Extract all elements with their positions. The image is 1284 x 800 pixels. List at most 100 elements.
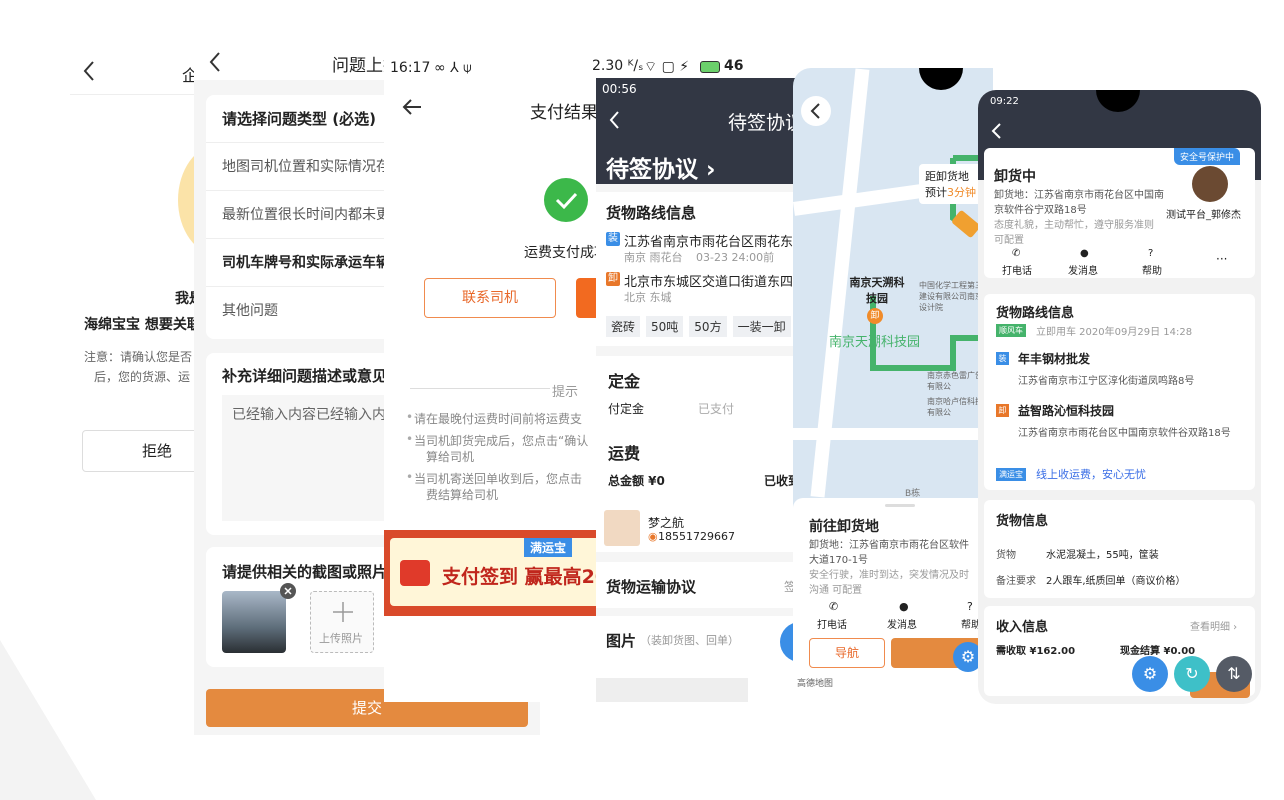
eta: 3分钟 [947, 186, 976, 199]
action[interactable]: 打电话 [1002, 262, 1032, 277]
back-icon[interactable] [608, 110, 620, 130]
header: 00:56 待签协议 待签协议 › [596, 78, 796, 184]
tips-title: 提示 [552, 385, 579, 400]
cargo-tags: 瓷砖 50吨 50方 一装一卸 [606, 316, 796, 337]
message-label[interactable]: 发消息 [887, 616, 917, 631]
settings-fab-icon[interactable]: ⚙ [1132, 656, 1168, 692]
tip: 费结算给司机 [426, 488, 499, 502]
screen-payment-result: 16:17 ∞ ⅄ ⍦ 支付结果 运费支付成功 联系司机 提示 请在最晚付运费时… [384, 52, 600, 702]
tip: 当司机寄送回单收到后，您点击 [414, 472, 583, 486]
divider [410, 388, 550, 389]
income-detail-link[interactable]: 查看明细 › [1190, 618, 1237, 633]
status-icons: ∞ ⅄ ⍦ [434, 60, 472, 76]
screen-unloading: 09:22 安全号保护中 卸货中 卸货地：江苏省南京市雨花台区中国南京软件谷宁双… [978, 90, 1261, 704]
contact-driver-button[interactable]: 联系司机 [424, 278, 556, 318]
cargo-tag: 50吨 [646, 316, 684, 337]
navigate-button[interactable]: 导航 [809, 638, 885, 668]
panel-title: 前往卸货地 [809, 519, 879, 535]
back-button[interactable] [801, 96, 831, 126]
cargo-tag: 50方 [689, 316, 727, 337]
cargo-tag: 一装一卸 [732, 316, 791, 337]
assure-badge: 满运宝 [996, 468, 1026, 481]
poi-label: 南京天溯科技园 [849, 276, 905, 305]
screen4-bottom-bar [596, 678, 748, 702]
upload-photo-button[interactable]: 上传照片 [310, 591, 374, 653]
unload-address: 江苏省南京市雨花台区中国南京软件谷双路18号 [1018, 428, 1231, 439]
load-address: 江苏省南京市江宁区淳化街道凤鸣路8号 [1018, 376, 1195, 387]
driver-avatar [604, 510, 640, 546]
call-label[interactable]: 打电话 [817, 616, 847, 631]
section-title: 补充详细问题描述或意见 [222, 367, 388, 385]
page-title: 支付结果 [530, 103, 598, 123]
uploaded-truck-photo[interactable] [222, 591, 286, 653]
battery-level: 46 [724, 58, 744, 74]
goods-card: 货物信息 货物 水泥混凝土，55吨，筐装 备注要求 2人跟车,纸质回单（商议价格… [984, 500, 1255, 598]
route-card: 货物路线信息 装 江苏省南京市雨花台区雨花东路 南京 雨花台 03-23 24:… [596, 192, 796, 346]
unload-sub: 北京 东城 [624, 291, 672, 304]
phone-icon: ✆ [829, 600, 839, 613]
goods-value: 水泥混凝土，55吨，筐装 [1046, 550, 1159, 561]
goods-label: 货物 [996, 550, 1016, 561]
phone-icon: ✆ [1012, 248, 1021, 259]
request-line: 海绵宝宝 想要关联 [84, 317, 201, 333]
phone-icon: ◉ [648, 530, 658, 543]
unload-address: 北京市东城区交道口街道东四划 [624, 275, 796, 290]
promo-banner[interactable]: 满运宝 支付签到 赢最高200 [384, 530, 600, 616]
help-icon: ? [1148, 248, 1154, 259]
driver-row[interactable]: 梦之航 ◉ 18551729667 [596, 502, 796, 552]
cargo-tag: 瓷砖 [606, 316, 641, 337]
load-sub: 南京 雨花台 [624, 251, 683, 264]
pictures-sub: （装卸货图、回单） [640, 634, 739, 647]
requirement-label: 备注要求 [996, 576, 1036, 587]
unload-address: 卸货地：江苏省南京市雨花台区中国南京软件谷宁双路18号 [994, 190, 1164, 216]
load-badge: 装 [996, 352, 1009, 365]
wifi-icon: ⌔ ▢ ⚡ [644, 59, 690, 75]
plus-icon [333, 602, 353, 622]
poi-green-label: 南京天溯科技园 [829, 335, 921, 350]
action[interactable]: 帮助 [1142, 262, 1162, 277]
poi-label: 南京哈卢信科技有限公 [927, 397, 983, 417]
section-title: 货物路线信息 [606, 204, 697, 222]
deposit-title: 定金 [608, 372, 641, 391]
action[interactable]: 发消息 [1068, 262, 1098, 277]
driver-phone: 18551729667 [658, 530, 735, 543]
load-address: 江苏省南京市雨花台区雨花东路 [624, 235, 796, 250]
back-arrow-icon[interactable] [402, 98, 422, 116]
section-title: 货物信息 [996, 514, 1049, 529]
unload-name: 益智路沁恒科技园 [1018, 404, 1115, 418]
unload-marker-icon: 卸 [867, 308, 883, 324]
sort-fab-icon[interactable]: ⇅ [1216, 656, 1252, 692]
agreement-title: 货物运输协议 [606, 578, 697, 596]
drag-handle[interactable] [885, 504, 915, 507]
map-logo: 高德地图 [797, 679, 834, 689]
poi-label: 南京赤色雷广告有限公 [927, 371, 983, 391]
more-icon[interactable]: ··· [1216, 252, 1227, 266]
service-note: 态度礼貌，主动帮忙，遵守服务准则 可配置 [994, 220, 1154, 246]
unload-badge: 卸 [996, 404, 1009, 417]
screen-navigation-map: 距卸货地 预计3分钟 南京天溯科技园 卸 南京天溯科技园 中国化学工程第三建设有… [793, 68, 993, 690]
load-time: 03-23 24:00前 [696, 251, 775, 264]
screen-association-request: 企 我是 海绵宝宝 想要关联 注意：请确认您是否 后，您的货源、运 拒绝 [70, 20, 210, 610]
agreement-row[interactable]: 货物运输协议 签 [596, 562, 796, 608]
result-text: 运费支付成功 [524, 245, 600, 261]
section-title: 请提供相关的截图或照片 [222, 563, 388, 581]
receivable: 需收取 ¥162.00 [996, 646, 1076, 657]
note-line-1: 注意：请确认您是否 [84, 350, 193, 364]
back-icon[interactable] [208, 51, 222, 73]
ride-tag: 顺风车 [996, 324, 1026, 337]
pictures-row: 图片 （装卸货图、回单） [596, 616, 796, 678]
reject-button[interactable]: 拒绝 [82, 430, 210, 472]
tip: 请在最晚付运费时间前将运费支 [414, 412, 583, 426]
poi-label: 中国化学工程第三建设有限公司南京设计院 [919, 281, 983, 312]
back-icon[interactable] [82, 60, 96, 82]
panel-note: 安全行驶，准时到达，突发情况及时沟通 可配置 [809, 570, 969, 596]
payment-card: 定金 付定金 已支付 运费 总金额 ¥0 已收到 [596, 356, 796, 506]
delete-photo-icon[interactable] [280, 583, 296, 599]
status-network-speed: 2.30 ᴷ/ₛ [592, 58, 644, 74]
freight-title: 运费 [608, 444, 641, 463]
refresh-fab-icon[interactable]: ↻ [1174, 656, 1210, 692]
driver-name: 测试平台_郭修杰 [1166, 210, 1241, 221]
help-icon: ? [967, 600, 973, 613]
bullet: • [406, 470, 414, 484]
back-icon[interactable] [990, 122, 1002, 140]
